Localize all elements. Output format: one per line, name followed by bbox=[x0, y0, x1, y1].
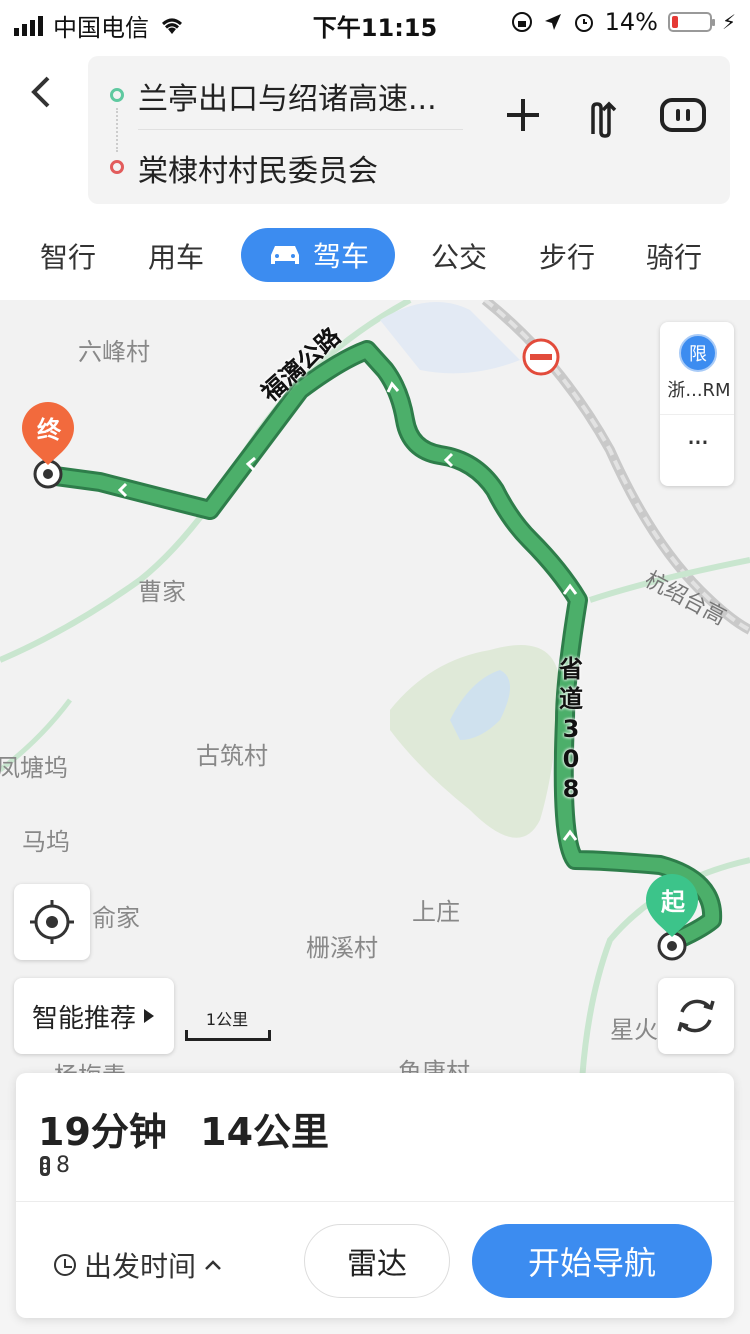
swap-icon bbox=[591, 101, 617, 138]
restriction-plate[interactable]: 浙...RM bbox=[664, 376, 734, 402]
route-line-outer bbox=[38, 340, 723, 952]
tab-cycling[interactable]: 骑行 bbox=[646, 236, 702, 276]
add-waypoint-button[interactable] bbox=[503, 92, 543, 146]
scale-bar: 1公里 bbox=[185, 1006, 271, 1042]
map-label: 古筑村 bbox=[196, 742, 268, 770]
depart-time-button[interactable]: 出发时间 bbox=[54, 1245, 222, 1285]
field-divider bbox=[138, 129, 463, 130]
charging-icon: ⚡ bbox=[721, 10, 736, 34]
tab-walking[interactable]: 步行 bbox=[539, 236, 595, 276]
car-icon bbox=[270, 246, 299, 264]
divider bbox=[660, 414, 734, 415]
tab-driving-label: 驾车 bbox=[312, 240, 369, 273]
start-marker-label: 起 bbox=[661, 888, 685, 916]
scale-label: 1公里 bbox=[205, 1010, 249, 1029]
map-label: 星火 bbox=[610, 1016, 658, 1044]
clock-icon bbox=[54, 1254, 76, 1276]
tab-car-hailing[interactable]: 用车 bbox=[148, 236, 204, 276]
start-navigation-button[interactable]: 开始导航 bbox=[472, 1224, 712, 1298]
tab-driving[interactable]: 驾车 bbox=[241, 228, 395, 282]
route-summary[interactable]: 19分钟 14公里 bbox=[38, 1101, 329, 1156]
destination-field[interactable]: 棠棣村村民委员会 bbox=[138, 146, 378, 190]
locate-button[interactable] bbox=[14, 884, 90, 960]
map-label: 栅溪村 bbox=[306, 934, 378, 962]
alarm-icon bbox=[574, 14, 593, 32]
traffic-light-icon bbox=[40, 1155, 50, 1176]
chevron-left-icon bbox=[31, 76, 50, 108]
plus-icon bbox=[507, 99, 539, 131]
traffic-light-count: 8 bbox=[56, 1153, 70, 1178]
route-connector bbox=[116, 108, 118, 152]
traffic-lights-info: 8 bbox=[38, 1153, 70, 1178]
refresh-icon bbox=[677, 999, 715, 1033]
route-summary-panel: 19分钟 14公里 8 出发时间 雷达 开始导航 bbox=[16, 1073, 734, 1318]
road-label-308: 省道308 bbox=[559, 655, 583, 803]
origin-field[interactable]: 兰亭出口与绍诸高速... bbox=[138, 74, 478, 118]
route-header: 兰亭出口与绍诸高速... 棠棣村村民委员会 bbox=[0, 44, 750, 214]
map-label: 上庄 bbox=[412, 898, 460, 926]
tab-transit[interactable]: 公交 bbox=[431, 236, 487, 276]
location-arrow-icon bbox=[544, 14, 561, 30]
map-label: 六峰村 bbox=[78, 338, 150, 366]
forest-area bbox=[390, 645, 560, 838]
route-input-box: 兰亭出口与绍诸高速... 棠棣村村民委员会 bbox=[88, 56, 730, 204]
map-view[interactable]: 六峰村 曹家 古筑村 凤塘坞 马坞 俞家 上庄 栅溪村 星火 杨梅青 鱼唐村 福… bbox=[0, 300, 750, 1140]
smart-recommend-label: 智能推荐 bbox=[31, 1003, 136, 1034]
back-button[interactable] bbox=[26, 72, 66, 122]
smart-recommend-button[interactable]: 智能推荐 bbox=[14, 978, 174, 1054]
transport-mode-tabs: 智行 用车 驾车 公交 步行 骑行 bbox=[0, 214, 750, 300]
map-label: 俞家 bbox=[92, 904, 140, 932]
refresh-button[interactable] bbox=[658, 978, 734, 1054]
crosshair-icon bbox=[30, 900, 74, 944]
more-button[interactable]: ··· bbox=[660, 426, 734, 459]
assistant-robot-icon[interactable] bbox=[660, 98, 706, 132]
lock-rotation-icon bbox=[511, 12, 532, 32]
map-label: 凤塘坞 bbox=[0, 754, 68, 782]
battery-icon bbox=[667, 12, 715, 32]
status-bar: 中国电信 下午11:15 14% ⚡ bbox=[0, 0, 750, 44]
map-label: 马坞 bbox=[22, 828, 70, 856]
origin-dot-icon bbox=[110, 88, 124, 102]
battery-percent: 14% bbox=[604, 8, 658, 36]
route-duration: 19分钟 bbox=[38, 1110, 167, 1154]
triangle-right-icon bbox=[144, 1009, 154, 1023]
tab-smart[interactable]: 智行 bbox=[40, 236, 96, 276]
depart-time-label: 出发时间 bbox=[84, 1250, 197, 1283]
destination-dot-icon bbox=[110, 160, 124, 174]
map-side-panel: 限 浙...RM ··· bbox=[660, 322, 734, 486]
map-label: 曹家 bbox=[138, 578, 186, 606]
chevron-up-icon bbox=[205, 1260, 221, 1270]
radar-button[interactable]: 雷达 bbox=[304, 1224, 450, 1298]
restriction-badge[interactable]: 限 bbox=[679, 334, 717, 372]
swap-route-button[interactable] bbox=[585, 100, 621, 150]
route-distance: 14公里 bbox=[200, 1110, 330, 1154]
end-marker-label: 终 bbox=[37, 416, 61, 444]
divider bbox=[16, 1201, 734, 1202]
